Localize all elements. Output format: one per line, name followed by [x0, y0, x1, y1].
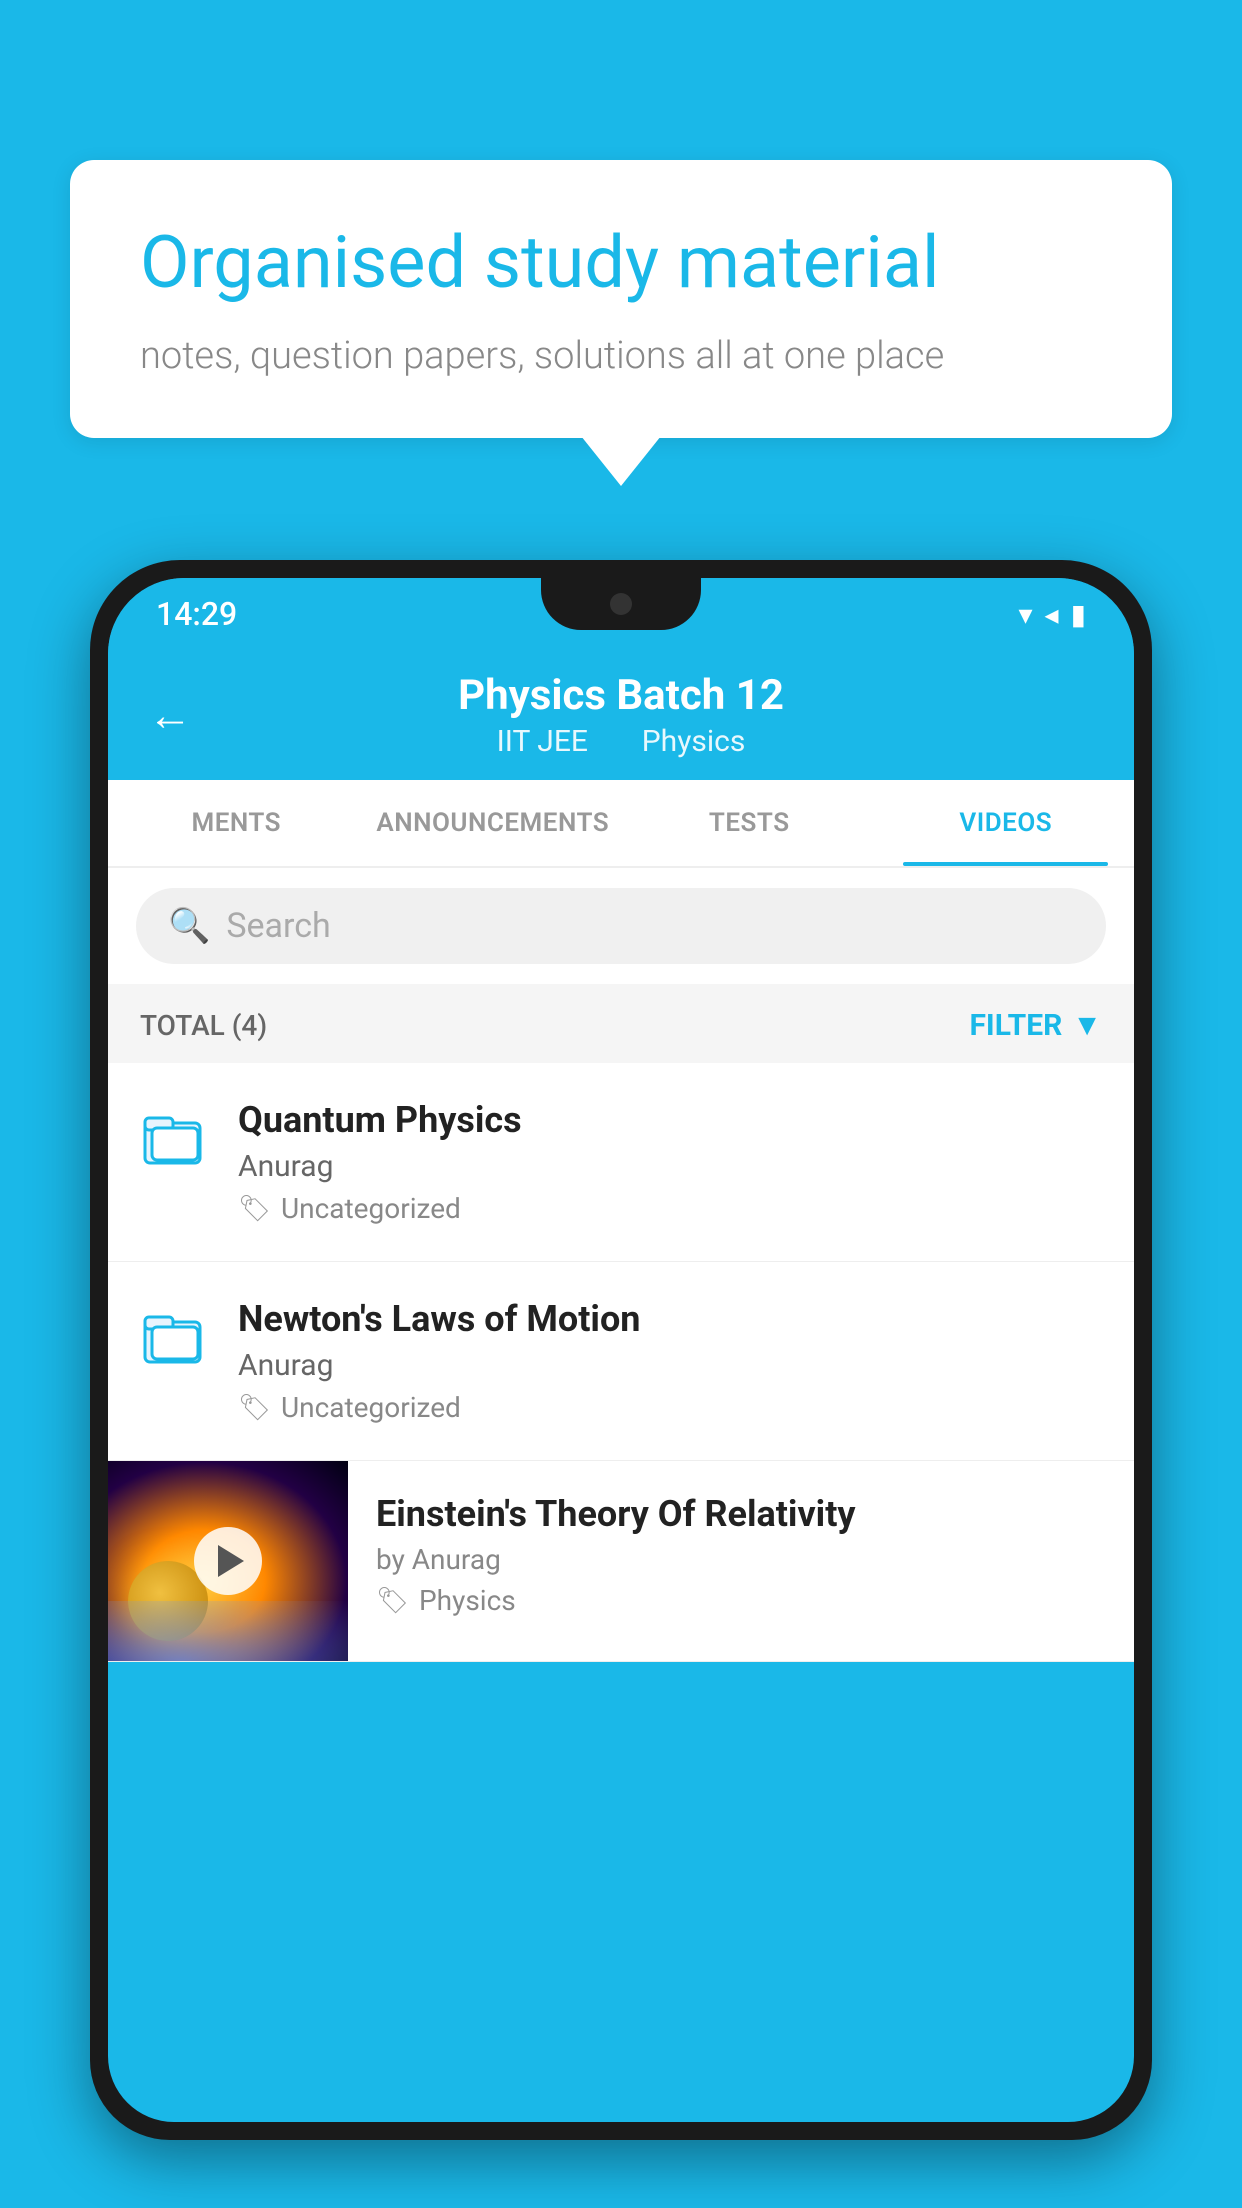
- battery-icon: ▮: [1071, 598, 1086, 631]
- item-title: Quantum Physics: [238, 1099, 1102, 1141]
- folder-icon: [140, 1302, 210, 1372]
- search-icon: 🔍: [168, 906, 210, 946]
- phone-body: 14:29 ▾ ◂ ▮ ← Physics Batch 12 IIT JEE P…: [90, 560, 1152, 2140]
- item-title: Newton's Laws of Motion: [238, 1298, 1102, 1340]
- camera-dot: [610, 593, 632, 615]
- tag-icon: 🏷: [238, 1393, 271, 1423]
- bubble-title: Organised study material: [140, 220, 1102, 306]
- play-icon: [218, 1545, 244, 1577]
- item-content: Einstein's Theory Of Relativity by Anura…: [348, 1461, 1134, 1649]
- item-content: Newton's Laws of Motion Anurag 🏷 Uncateg…: [238, 1298, 1102, 1424]
- item-tag: 🏷 Physics: [376, 1584, 1106, 1617]
- tab-ments[interactable]: MENTS: [108, 780, 365, 866]
- wifi-icon: ▾: [1018, 598, 1032, 631]
- item-icon-container: [140, 1302, 210, 1376]
- filter-icon: ▼: [1072, 1008, 1102, 1043]
- tab-videos[interactable]: VIDEOS: [878, 780, 1135, 866]
- item-tag: 🏷 Uncategorized: [238, 1391, 1102, 1424]
- tag-label: Uncategorized: [281, 1391, 461, 1424]
- list-item[interactable]: Quantum Physics Anurag 🏷 Uncategorized: [108, 1063, 1134, 1262]
- back-button[interactable]: ←: [148, 689, 192, 741]
- item-title: Einstein's Theory Of Relativity: [376, 1493, 1106, 1535]
- status-icons: ▾ ◂ ▮: [1018, 598, 1086, 631]
- folder-icon: [140, 1103, 210, 1173]
- phone-screen-wrapper: 14:29 ▾ ◂ ▮ ← Physics Batch 12 IIT JEE P…: [108, 578, 1134, 2122]
- filter-label: FILTER: [969, 1008, 1062, 1043]
- filter-bar: TOTAL (4) FILTER ▼: [108, 988, 1134, 1063]
- item-author: by Anurag: [376, 1543, 1106, 1576]
- item-author: Anurag: [238, 1149, 1102, 1184]
- app-bar: ← Physics Batch 12 IIT JEE Physics: [108, 650, 1134, 780]
- phone-device: 14:29 ▾ ◂ ▮ ← Physics Batch 12 IIT JEE P…: [90, 560, 1152, 2208]
- tab-announcements[interactable]: ANNOUNCEMENTS: [365, 780, 622, 866]
- tag-label: Physics: [419, 1584, 516, 1617]
- tag-label: Uncategorized: [281, 1192, 461, 1225]
- search-input[interactable]: Search: [226, 906, 330, 946]
- tab-tests[interactable]: TESTS: [621, 780, 878, 866]
- phone-notch: [541, 578, 701, 630]
- glow-graphic: [108, 1601, 348, 1661]
- filter-button[interactable]: FILTER ▼: [969, 1008, 1102, 1043]
- list-item[interactable]: Einstein's Theory Of Relativity by Anura…: [108, 1461, 1134, 1662]
- subject-label: Physics: [642, 724, 746, 759]
- item-tag: 🏷 Uncategorized: [238, 1192, 1102, 1225]
- speech-bubble-section: Organised study material notes, question…: [70, 160, 1172, 438]
- play-button[interactable]: [194, 1527, 262, 1595]
- tag-icon: 🏷: [238, 1194, 271, 1224]
- speech-bubble-card: Organised study material notes, question…: [70, 160, 1172, 438]
- video-thumbnail: [108, 1461, 348, 1661]
- subtitle-separator: [607, 724, 622, 759]
- status-bar: 14:29 ▾ ◂ ▮: [108, 578, 1134, 650]
- video-list: Quantum Physics Anurag 🏷 Uncategorized: [108, 1063, 1134, 1662]
- tag-icon: 🏷: [376, 1586, 409, 1616]
- content-area: 🔍 Search TOTAL (4) FILTER ▼: [108, 868, 1134, 1662]
- board-label: IIT JEE: [497, 724, 588, 759]
- tabs-bar: MENTS ANNOUNCEMENTS TESTS VIDEOS: [108, 780, 1134, 868]
- app-bar-title: Physics Batch 12: [458, 671, 784, 720]
- item-content: Quantum Physics Anurag 🏷 Uncategorized: [238, 1099, 1102, 1225]
- signal-icon: ◂: [1045, 598, 1059, 631]
- bubble-subtitle: notes, question papers, solutions all at…: [140, 334, 1102, 378]
- app-bar-subtitle: IIT JEE Physics: [497, 724, 746, 759]
- search-container: 🔍 Search: [108, 868, 1134, 984]
- total-count: TOTAL (4): [140, 1009, 267, 1042]
- search-bar[interactable]: 🔍 Search: [136, 888, 1106, 964]
- item-icon-container: [140, 1103, 210, 1177]
- item-author: Anurag: [238, 1348, 1102, 1383]
- status-time: 14:29: [156, 595, 237, 633]
- list-item[interactable]: Newton's Laws of Motion Anurag 🏷 Uncateg…: [108, 1262, 1134, 1461]
